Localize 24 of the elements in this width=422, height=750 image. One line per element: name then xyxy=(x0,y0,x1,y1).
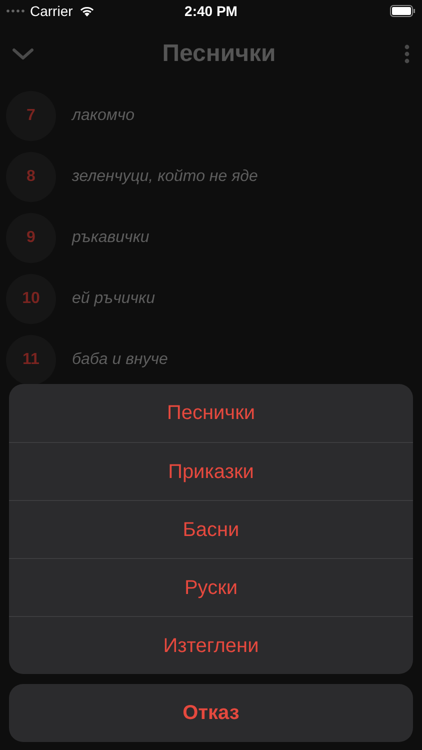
row-title: баба и внуче xyxy=(72,350,168,370)
number-badge: 9 xyxy=(6,212,56,262)
row-title: ръкавички xyxy=(72,228,150,248)
carrier-label: Carrier xyxy=(30,2,73,20)
row-title: ей ръчички xyxy=(72,288,155,308)
row-title: лакомчо xyxy=(72,106,135,126)
action-option[interactable]: Руски xyxy=(9,558,413,616)
action-option[interactable]: Басни xyxy=(9,500,413,558)
action-option[interactable]: Песнички xyxy=(9,384,413,442)
number-badge: 11 xyxy=(6,334,56,384)
signal-icon xyxy=(6,9,26,13)
screen-title: Песнички xyxy=(162,38,276,68)
number-badge: 7 xyxy=(6,90,56,140)
row-title: зеленчуци, който не яде xyxy=(72,166,258,186)
cancel-button[interactable]: Отказ xyxy=(9,684,413,742)
wifi-icon xyxy=(78,5,95,17)
action-option[interactable]: Приказки xyxy=(9,442,413,500)
number-badge: 10 xyxy=(6,274,56,324)
number-badge: 8 xyxy=(6,152,56,202)
action-option[interactable]: Изтеглени xyxy=(9,616,413,674)
chevron-down-icon[interactable] xyxy=(12,46,34,60)
more-icon[interactable] xyxy=(404,44,410,64)
status-time: 2:40 PM xyxy=(184,2,238,20)
battery-icon xyxy=(390,5,416,17)
